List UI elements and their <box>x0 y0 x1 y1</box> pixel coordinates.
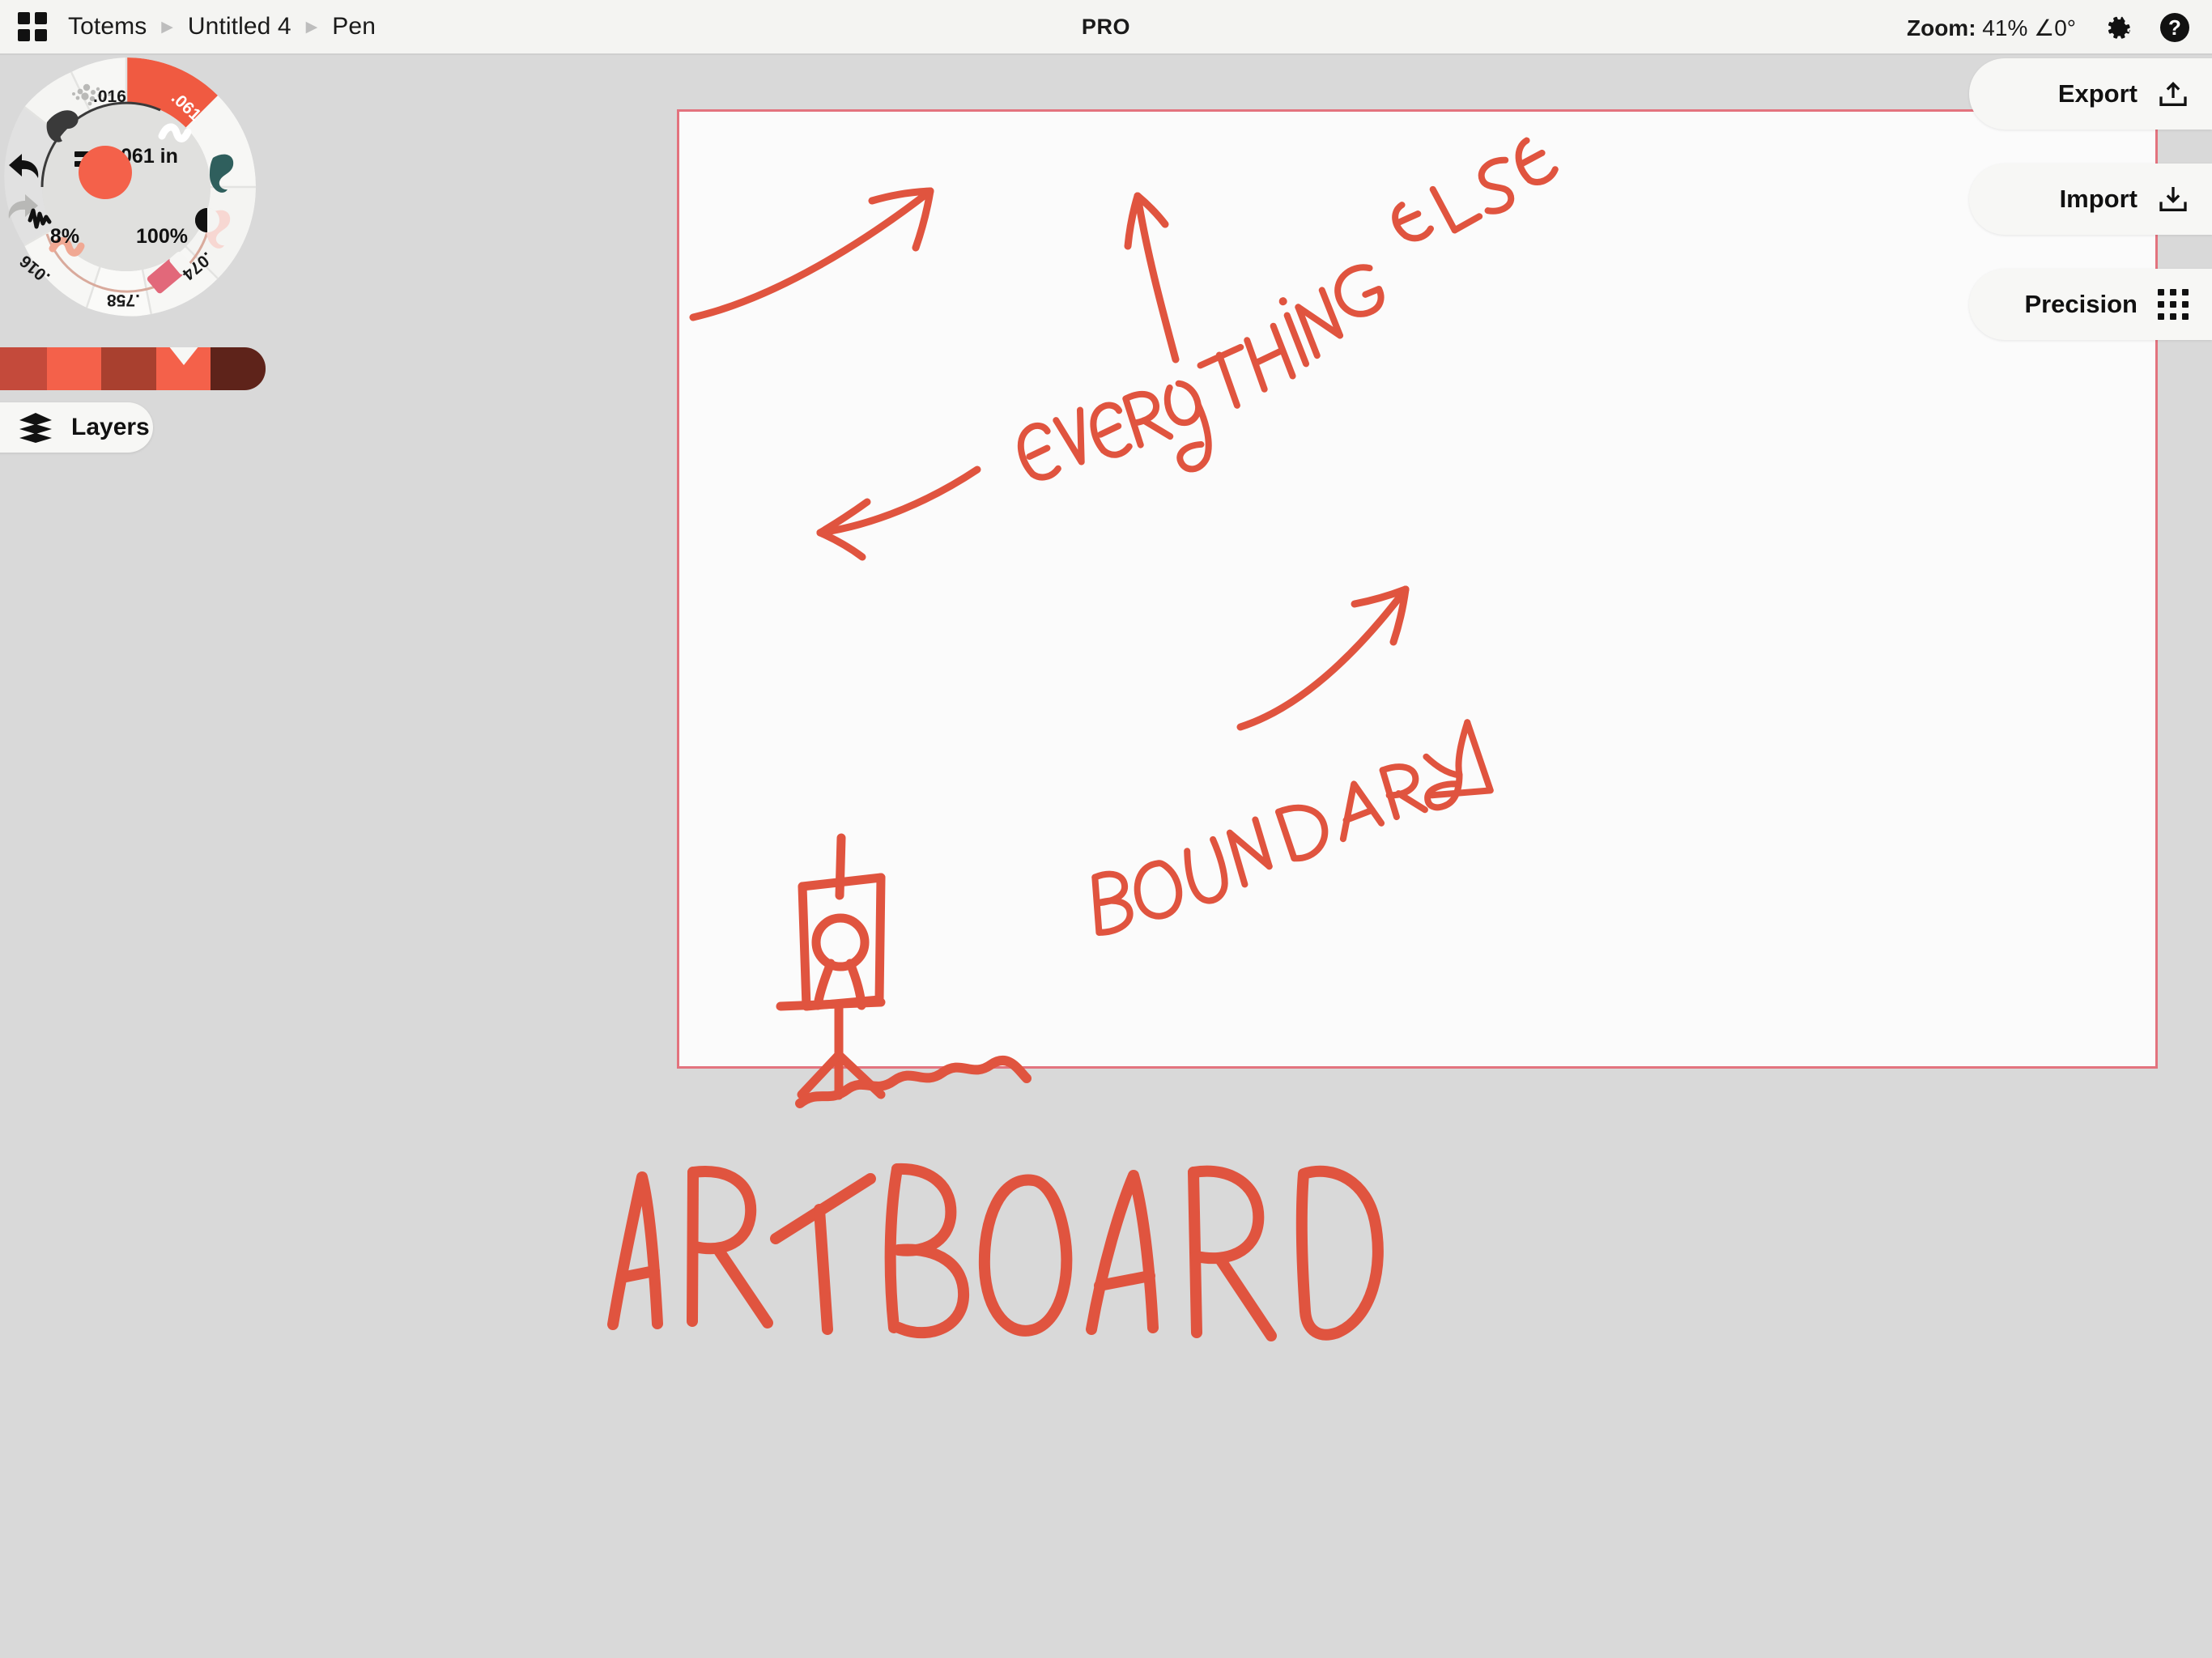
panel-gap <box>1969 130 2212 164</box>
rotation-angle-value: ∠0° <box>2034 15 2076 40</box>
layers-button[interactable]: Layers <box>0 402 153 453</box>
import-button[interactable]: Import <box>1969 164 2212 235</box>
brush-size-readout: .061 in <box>0 145 263 168</box>
help-icon-wrap[interactable]: ? <box>2160 13 2189 42</box>
pro-badge: PRO <box>1081 14 1131 39</box>
artboard[interactable] <box>677 109 2158 1069</box>
upload-export-icon <box>2155 76 2191 112</box>
breadcrumb-separator: ▶ <box>305 18 318 36</box>
breadcrumb-separator: ▶ <box>161 18 173 36</box>
breadcrumb-item-tool[interactable]: Pen <box>332 13 376 40</box>
import-button-label: Import <box>2059 185 2138 213</box>
top-bar: Totems ▶ Untitled 4 ▶ Pen PRO Zoom: 41% … <box>0 0 2212 55</box>
layers-button-label: Layers <box>71 414 150 440</box>
color-swatch[interactable] <box>211 347 266 390</box>
wheel-segment-label-spray[interactable]: .016 <box>93 87 126 107</box>
color-swatch[interactable] <box>101 347 156 390</box>
zoom-value: 41% <box>1982 15 2028 40</box>
precision-dot-grid-icon <box>2155 287 2191 322</box>
color-swatch[interactable] <box>46 347 102 390</box>
color-swatch-selected[interactable] <box>155 347 211 390</box>
zoom-label: Zoom: <box>1906 15 1976 40</box>
color-swatch[interactable] <box>0 347 47 390</box>
gear-icon[interactable] <box>2104 13 2133 42</box>
wheel-segment-label-blank[interactable]: .758 <box>107 290 140 309</box>
jitter-percent-readout: 8% <box>49 225 80 248</box>
contrast-half-circle-icon <box>195 208 219 232</box>
top-bar-right-group: Zoom: 41% ∠0° ? <box>1907 0 2189 55</box>
precision-button-label: Precision <box>2024 290 2138 318</box>
export-button-label: Export <box>2057 79 2138 108</box>
boundary-label <box>1091 719 1494 936</box>
export-button[interactable]: Export <box>1969 58 2212 130</box>
active-color-dot[interactable] <box>79 146 132 199</box>
arrow-boundary-up-right <box>1236 585 1410 731</box>
tool-wheel[interactable]: .061 in 8% 100% .016 .061 .074 .758 .016 <box>0 50 263 324</box>
zoom-readout[interactable]: Zoom: 41% ∠0° <box>1907 15 2076 41</box>
breadcrumb-item-document[interactable]: Untitled 4 <box>188 13 291 40</box>
right-action-panel: Export Import Precision <box>1969 58 2212 340</box>
breadcrumb-item-totems[interactable]: Totems <box>68 13 147 40</box>
layers-stack-icon <box>19 413 52 443</box>
download-import-icon <box>2155 181 2191 217</box>
panel-gap <box>1969 235 2212 269</box>
everything-else-label <box>1017 137 1559 481</box>
opacity-percent-readout: 100% <box>136 225 188 248</box>
apps-grid-icon[interactable] <box>18 12 47 41</box>
arrow-left <box>816 466 981 561</box>
arrow-up-right <box>689 187 934 321</box>
artboard-label <box>607 1163 1384 1341</box>
precision-button[interactable]: Precision <box>1969 269 2212 340</box>
artboard-drawing-surface[interactable] <box>679 112 2155 1066</box>
help-question-icon[interactable]: ? <box>2160 13 2189 42</box>
arrow-up-left <box>1124 192 1180 363</box>
color-swatch-bar[interactable] <box>0 347 266 390</box>
